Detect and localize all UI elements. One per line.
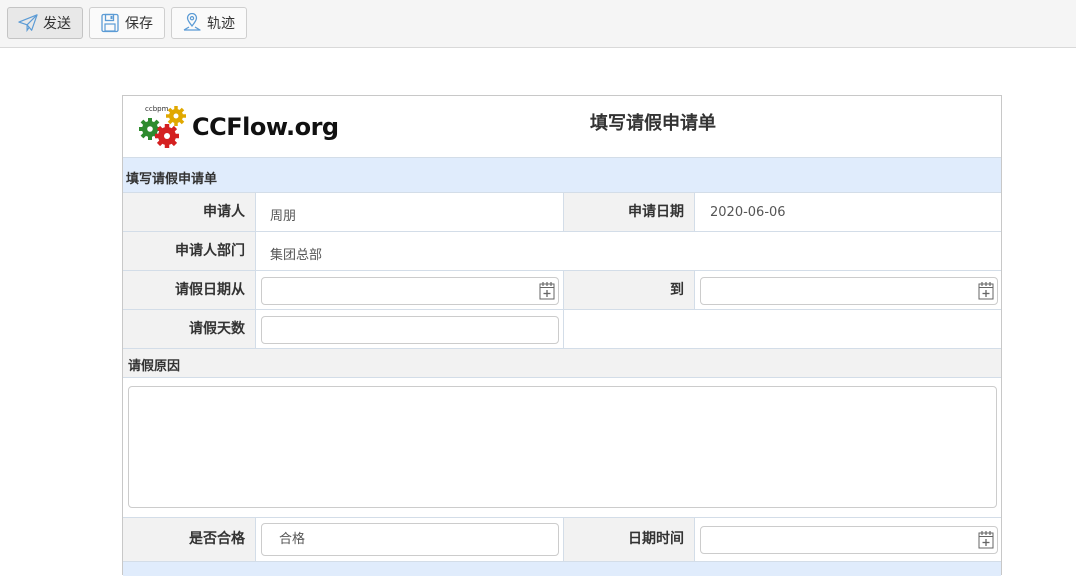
toolbar: 发送 保存 轨迹 bbox=[0, 0, 1076, 48]
ccflow-logo: ccbpm CCFlow.org bbox=[137, 104, 339, 150]
applicant-value: 周朋 bbox=[270, 209, 297, 224]
logo-wordmark: CCFlow.org bbox=[192, 113, 339, 141]
track-icon bbox=[182, 13, 202, 33]
leave-days-input[interactable] bbox=[261, 316, 559, 344]
track-button[interactable]: 轨迹 bbox=[171, 7, 247, 39]
column-divider bbox=[694, 193, 695, 231]
column-divider bbox=[563, 271, 564, 348]
calendar-icon[interactable] bbox=[978, 281, 994, 301]
calendar-icon[interactable] bbox=[978, 530, 994, 550]
send-icon bbox=[18, 13, 38, 33]
qualified-label: 是否合格 bbox=[123, 518, 255, 561]
section-header: 填写请假申请单 bbox=[123, 157, 1001, 193]
leave-from-label: 请假日期从 bbox=[123, 271, 255, 309]
applicant-label: 申请人 bbox=[123, 193, 255, 231]
qualified-input[interactable]: 合格 bbox=[261, 523, 559, 556]
apply-date-value: 2020-06-06 bbox=[710, 205, 786, 220]
section-title: 填写请假申请单 bbox=[126, 172, 218, 187]
column-divider bbox=[563, 518, 564, 561]
calendar-icon[interactable] bbox=[539, 281, 555, 301]
section-footer bbox=[123, 562, 1001, 576]
save-button[interactable]: 保存 bbox=[89, 7, 165, 39]
department-label: 申请人部门 bbox=[123, 232, 255, 270]
column-divider bbox=[694, 271, 695, 309]
leave-to-label: 到 bbox=[564, 271, 694, 309]
leave-request-form: ccbpm CCFlow.org 填写请假申请单 填写请假申请单 申请人 周朋 … bbox=[122, 95, 1002, 576]
row-divider bbox=[123, 348, 1001, 349]
save-button-label: 保存 bbox=[125, 16, 153, 32]
apply-date-label: 申请日期 bbox=[564, 193, 694, 231]
send-button[interactable]: 发送 bbox=[7, 7, 83, 39]
reason-textarea[interactable] bbox=[128, 386, 997, 508]
column-divider bbox=[255, 193, 256, 348]
send-button-label: 发送 bbox=[43, 16, 71, 32]
datetime-label: 日期时间 bbox=[564, 518, 694, 561]
reason-label: 请假原因 bbox=[128, 359, 181, 374]
save-icon bbox=[100, 13, 120, 33]
column-divider bbox=[563, 193, 564, 231]
column-divider bbox=[255, 518, 256, 561]
form-title: 填写请假申请单 bbox=[590, 113, 716, 134]
datetime-input[interactable] bbox=[700, 526, 998, 554]
leave-days-label: 请假天数 bbox=[123, 310, 255, 348]
logo-small-text: ccbpm bbox=[145, 105, 169, 113]
leave-to-input[interactable] bbox=[700, 277, 998, 305]
column-divider bbox=[694, 518, 695, 561]
reason-header: 请假原因 bbox=[123, 349, 1001, 377]
row-divider bbox=[123, 377, 1001, 378]
track-button-label: 轨迹 bbox=[207, 16, 235, 32]
department-value: 集团总部 bbox=[270, 248, 323, 263]
leave-from-input[interactable] bbox=[261, 277, 559, 305]
